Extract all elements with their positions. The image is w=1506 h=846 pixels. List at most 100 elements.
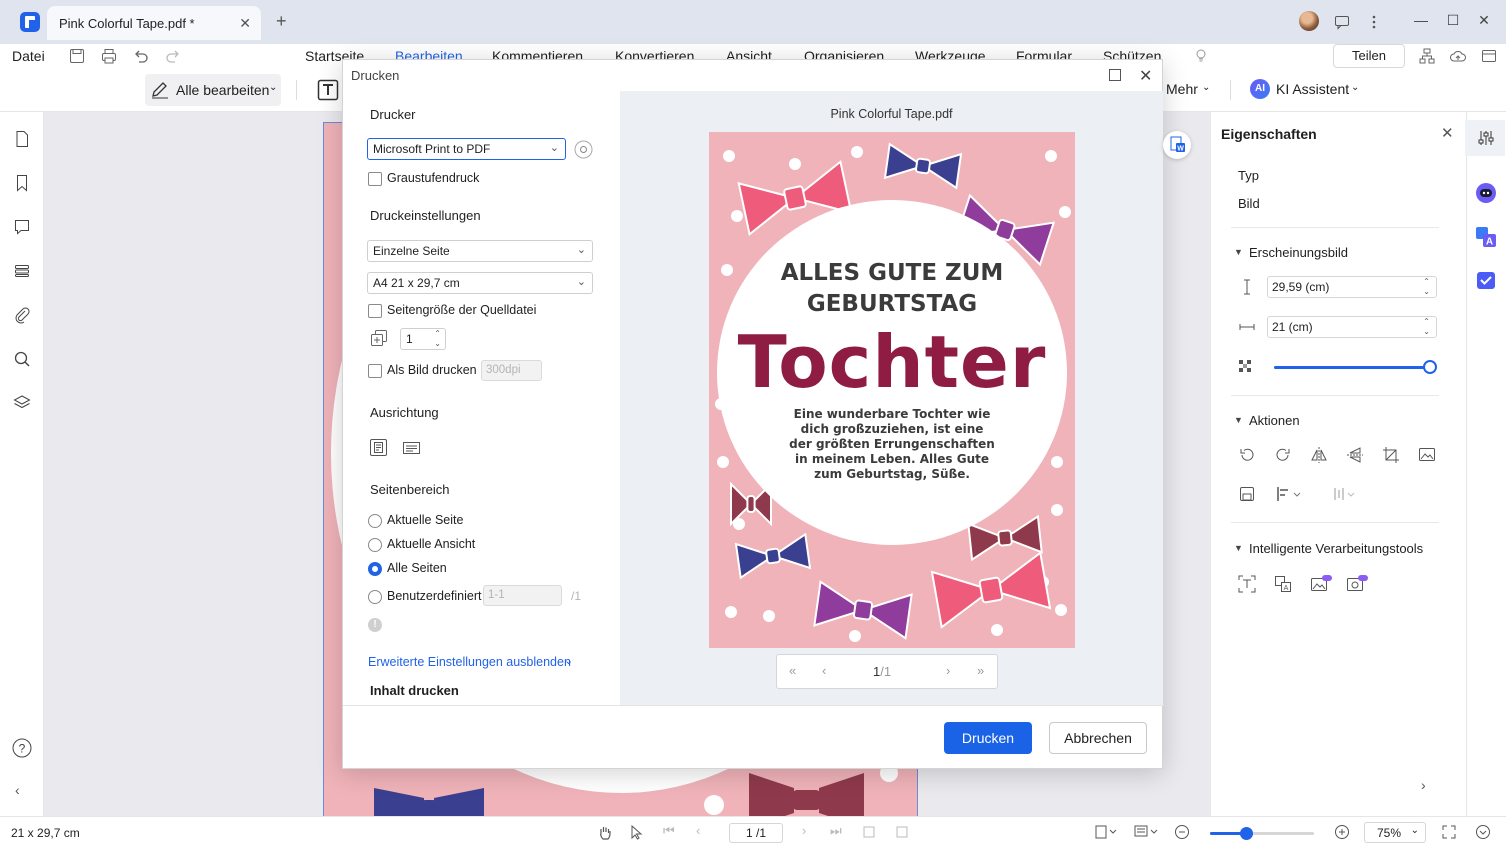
workflow-icon[interactable]: [1418, 47, 1436, 65]
collapse-sidebar-icon[interactable]: ‹: [15, 782, 33, 800]
translate-icon[interactable]: A: [1475, 226, 1497, 248]
rotate-view-icon[interactable]: [861, 824, 877, 840]
prev-page-icon[interactable]: ‹: [822, 663, 826, 678]
select-tool-icon[interactable]: [629, 824, 645, 840]
feedback-icon[interactable]: [1332, 12, 1352, 32]
lightbulb-icon[interactable]: [1192, 47, 1210, 65]
crop-icon[interactable]: [1382, 446, 1400, 464]
flip-horizontal-icon[interactable]: [1310, 446, 1328, 464]
close-tab-icon[interactable]: ✕: [239, 15, 251, 32]
opacity-slider-handle[interactable]: [1423, 360, 1437, 374]
new-tab-button[interactable]: +: [276, 11, 287, 32]
copies-stepper[interactable]: 1 ⌃ ⌄: [400, 328, 446, 350]
page-thumbnails-icon[interactable]: [13, 130, 31, 148]
layers-icon[interactable]: [13, 394, 31, 412]
edit-all-dropdown[interactable]: Alle bearbeiten ⌄: [145, 74, 281, 106]
view-mode-icon[interactable]: [1133, 824, 1159, 840]
last-page-icon[interactable]: ⏭: [830, 823, 842, 839]
range-current-view-radio[interactable]: [368, 538, 382, 552]
ai-enhance-image-icon[interactable]: [1346, 575, 1368, 593]
close-panel-icon[interactable]: ✕: [1441, 124, 1454, 142]
first-page-icon[interactable]: ⏮: [663, 823, 675, 839]
redo-icon[interactable]: [164, 47, 182, 65]
actions-heading[interactable]: Aktionen: [1249, 413, 1300, 428]
minimize-button[interactable]: —: [1411, 12, 1431, 32]
height-input[interactable]: 29,59 (cm) ⌃ ⌄: [1267, 276, 1437, 298]
search-icon[interactable]: [13, 350, 31, 368]
page-mode-select[interactable]: Einzelne Seite ⌄: [367, 240, 593, 262]
translate-image-icon[interactable]: A: [1274, 575, 1292, 593]
print-icon[interactable]: [100, 47, 118, 65]
grayscale-checkbox[interactable]: [368, 172, 382, 186]
last-page-icon[interactable]: »: [977, 663, 984, 678]
caret-down-icon[interactable]: ▼: [1234, 247, 1243, 257]
hand-tool-icon[interactable]: [597, 824, 613, 840]
text-box-icon[interactable]: [317, 79, 339, 101]
zoom-out-icon[interactable]: [1174, 824, 1190, 840]
file-menu[interactable]: Datei: [12, 48, 45, 64]
close-dialog-icon[interactable]: ✕: [1139, 66, 1152, 86]
close-window-button[interactable]: ✕: [1474, 12, 1494, 32]
reading-mode-icon[interactable]: [1475, 824, 1491, 840]
share-button[interactable]: Teilen: [1333, 44, 1405, 68]
bookmark-icon[interactable]: [13, 174, 31, 192]
maximize-button[interactable]: ☐: [1443, 12, 1463, 32]
range-current-page-radio[interactable]: [368, 514, 382, 528]
printer-properties-icon[interactable]: [574, 140, 593, 159]
app-logo-icon[interactable]: [20, 12, 40, 32]
more-options-icon[interactable]: [1364, 12, 1384, 32]
opacity-slider[interactable]: [1274, 360, 1437, 374]
save-image-icon[interactable]: [1238, 485, 1256, 503]
portrait-orientation-button[interactable]: [370, 439, 387, 456]
prev-page-icon[interactable]: ‹: [696, 823, 700, 838]
attachment-icon[interactable]: [13, 306, 31, 324]
next-page-icon[interactable]: ›: [802, 823, 806, 838]
fit-page-icon[interactable]: [894, 824, 910, 840]
collapse-panel-icon[interactable]: ›: [1421, 777, 1426, 793]
ocr-icon[interactable]: [1238, 575, 1256, 593]
help-icon[interactable]: ?: [12, 738, 32, 758]
comment-icon[interactable]: [13, 218, 31, 236]
rotate-right-icon[interactable]: [1274, 446, 1292, 464]
zoom-slider-handle[interactable]: [1240, 827, 1254, 840]
caret-down-icon[interactable]: ▼: [1234, 415, 1243, 425]
printer-select[interactable]: Microsoft Print to PDF ⌄: [367, 138, 566, 160]
advanced-settings-link[interactable]: Erweiterte Einstellungen ausblenden: [368, 655, 571, 669]
caret-down-icon[interactable]: ▼: [1234, 543, 1243, 553]
zoom-level-dropdown[interactable]: 75% ⌄: [1364, 822, 1426, 843]
ai-image-icon[interactable]: [1310, 575, 1332, 593]
fields-icon[interactable]: [13, 262, 31, 280]
fullscreen-icon[interactable]: [1441, 824, 1457, 840]
save-icon[interactable]: [68, 47, 86, 65]
undo-icon[interactable]: [132, 47, 150, 65]
document-tab[interactable]: Pink Colorful Tape.pdf * ✕: [47, 6, 261, 40]
zoom-slider[interactable]: [1210, 827, 1314, 840]
paper-size-select[interactable]: A4 21 x 29,7 cm ⌄: [367, 272, 593, 294]
align-icon[interactable]: [1276, 485, 1301, 503]
flip-vertical-icon[interactable]: [1346, 446, 1364, 464]
rotate-left-icon[interactable]: [1238, 446, 1256, 464]
replace-image-icon[interactable]: [1418, 446, 1436, 464]
panel-toggle-icon[interactable]: [1480, 47, 1498, 65]
cloud-upload-icon[interactable]: [1449, 47, 1467, 65]
page-number-input[interactable]: 1 /1: [729, 823, 783, 843]
first-page-icon[interactable]: «: [789, 663, 796, 678]
print-as-image-checkbox[interactable]: [368, 364, 382, 378]
cancel-button[interactable]: Abbrechen: [1049, 722, 1147, 754]
more-tools-dropdown[interactable]: Mehr: [1166, 81, 1198, 97]
appearance-heading[interactable]: Erscheinungsbild: [1249, 245, 1348, 260]
print-button[interactable]: Drucken: [944, 722, 1032, 754]
zoom-in-icon[interactable]: [1334, 824, 1350, 840]
ai-robot-icon[interactable]: [1475, 182, 1497, 204]
landscape-orientation-button[interactable]: [402, 439, 421, 456]
properties-settings-icon[interactable]: [1477, 129, 1495, 147]
task-check-icon[interactable]: [1476, 270, 1496, 290]
source-page-size-checkbox[interactable]: [368, 304, 382, 318]
avatar[interactable]: [1299, 11, 1319, 31]
width-input[interactable]: 21 (cm) ⌃ ⌄: [1267, 316, 1437, 338]
range-all-pages-radio[interactable]: [368, 562, 382, 576]
smart-tools-heading[interactable]: Intelligente Verarbeitungstools: [1249, 541, 1423, 556]
range-custom-radio[interactable]: [368, 590, 382, 604]
maximize-dialog-icon[interactable]: [1108, 68, 1122, 82]
next-page-icon[interactable]: ›: [946, 663, 950, 678]
